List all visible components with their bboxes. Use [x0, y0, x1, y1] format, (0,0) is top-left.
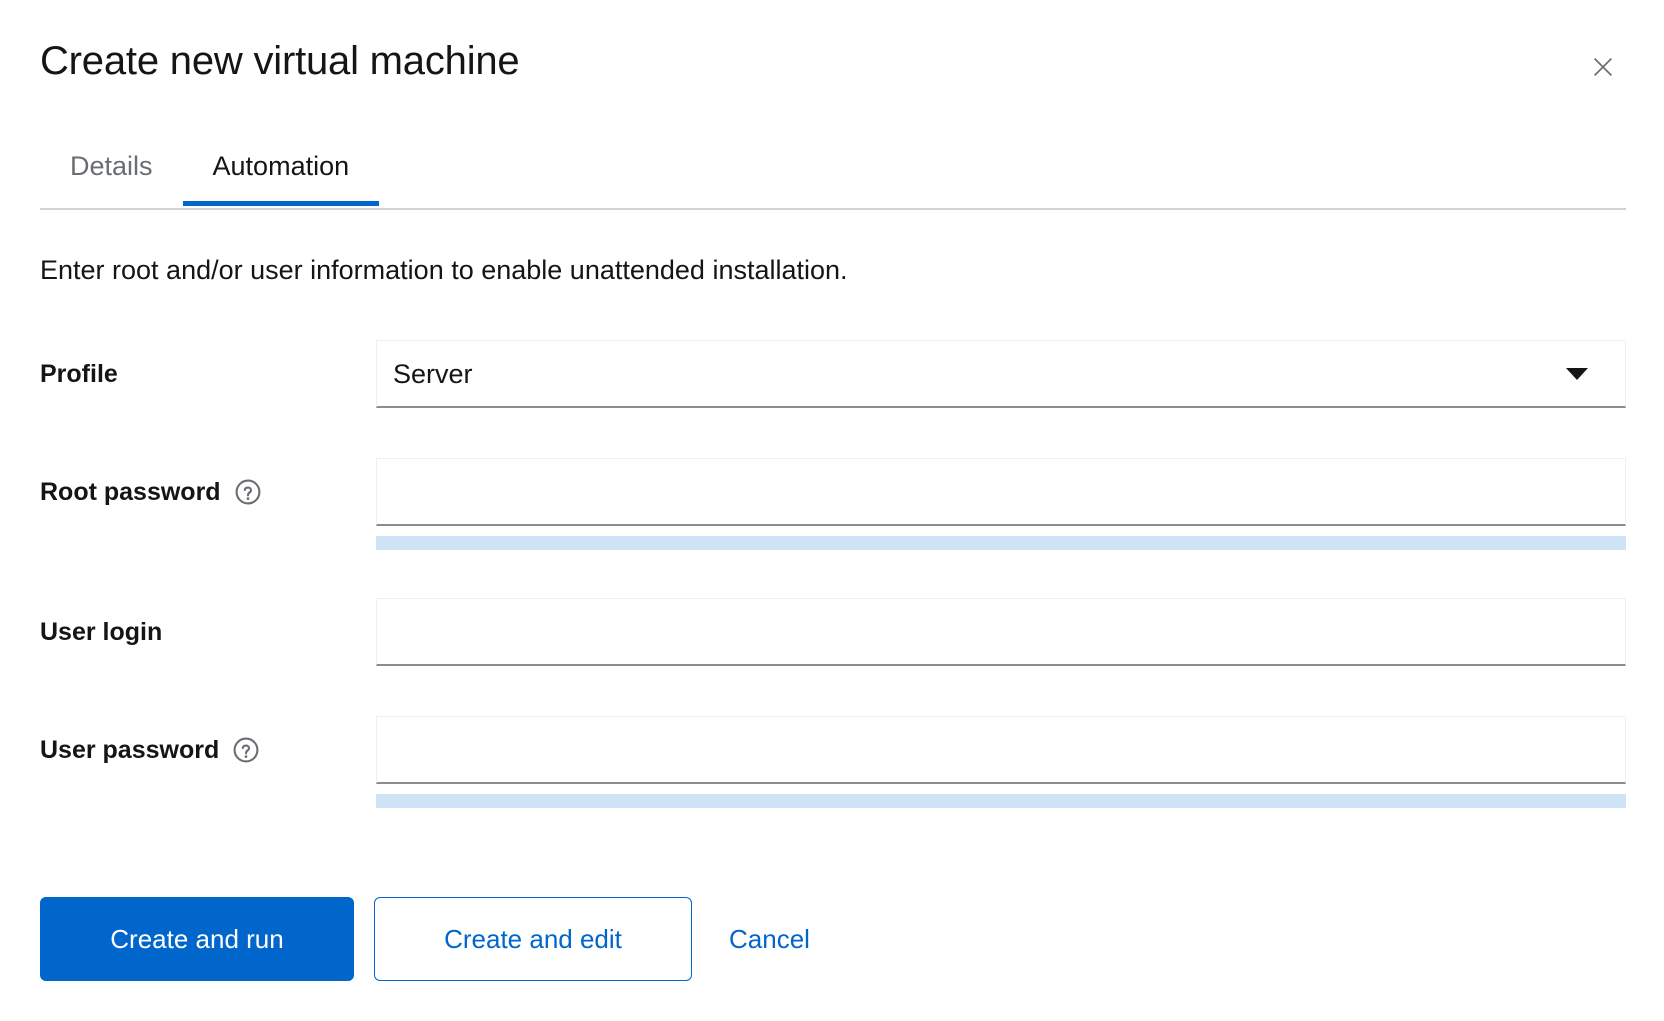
profile-select[interactable]: Server	[376, 340, 1626, 408]
root-password-strength-bar	[376, 536, 1626, 550]
form-row-user-login: User login	[40, 598, 1626, 666]
user-login-field-wrap	[376, 598, 1626, 666]
create-vm-dialog: Create new virtual machine Details Autom…	[0, 0, 1664, 1021]
root-password-label-text: Root password	[40, 478, 221, 506]
close-button[interactable]	[1580, 44, 1626, 90]
profile-label-text: Profile	[40, 360, 118, 388]
help-circle-icon[interactable]	[233, 737, 259, 763]
cancel-button[interactable]: Cancel	[704, 897, 835, 981]
user-password-field-wrap	[376, 716, 1626, 808]
create-and-edit-button[interactable]: Create and edit	[374, 897, 692, 981]
user-password-input[interactable]	[376, 716, 1626, 784]
form-row-profile: Profile Server	[40, 340, 1626, 408]
root-password-field-wrap	[376, 458, 1626, 550]
form-row-root-password: Root password	[40, 458, 1626, 550]
page-title: Create new virtual machine	[40, 39, 520, 83]
tab-automation[interactable]: Automation	[182, 138, 380, 206]
user-login-input[interactable]	[376, 598, 1626, 666]
close-icon	[1592, 56, 1614, 78]
user-password-strength-bar	[376, 794, 1626, 808]
profile-field-wrap: Server	[376, 340, 1626, 408]
profile-label: Profile	[40, 340, 376, 408]
tab-details[interactable]: Details	[40, 138, 183, 204]
user-login-label: User login	[40, 598, 376, 666]
user-password-label-text: User password	[40, 736, 220, 764]
user-password-label: User password	[40, 716, 376, 784]
user-login-label-text: User login	[40, 618, 163, 646]
dialog-footer: Create and run Create and edit Cancel	[40, 897, 835, 981]
help-circle-icon[interactable]	[235, 479, 261, 505]
form-row-user-password: User password	[40, 716, 1626, 808]
profile-select-wrap: Server	[376, 340, 1626, 408]
tab-list: Details Automation	[40, 138, 1626, 210]
root-password-input[interactable]	[376, 458, 1626, 526]
create-and-run-button[interactable]: Create and run	[40, 897, 354, 981]
dialog-header: Create new virtual machine	[40, 36, 1626, 106]
dialog-description: Enter root and/or user information to en…	[40, 255, 848, 285]
root-password-label: Root password	[40, 458, 376, 526]
